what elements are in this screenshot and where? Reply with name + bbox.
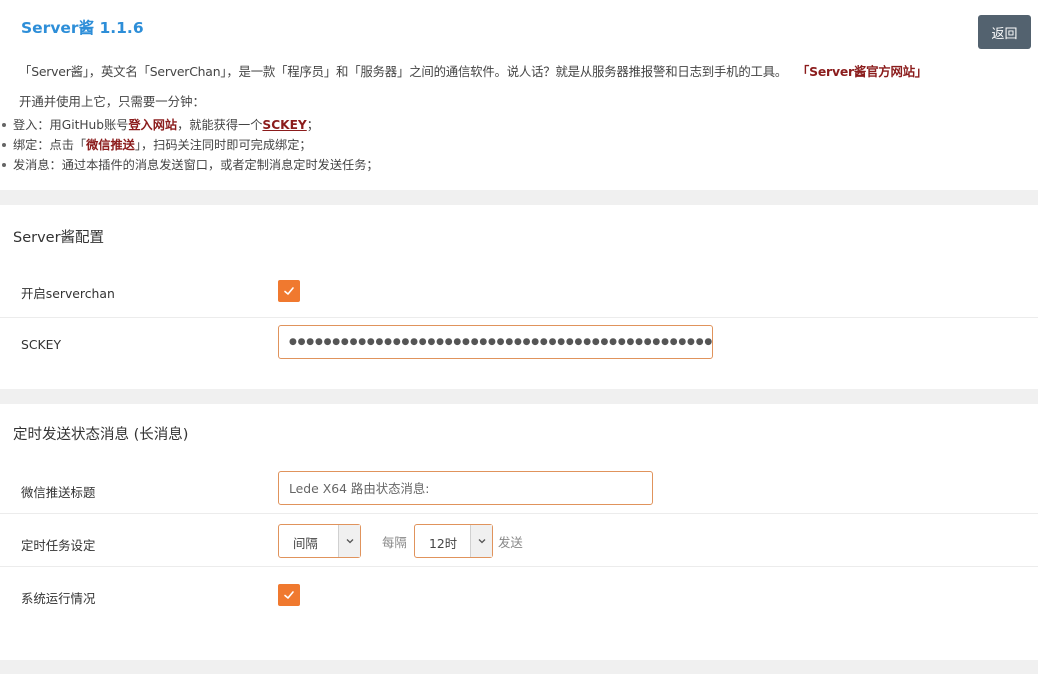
list-item: 发消息：通过本插件的消息发送窗口，或者定制消息定时发送任务； [0,156,379,176]
system-checkbox[interactable] [278,584,300,606]
setup-text: 开通并使用上它，只需要一分钟： [19,94,205,109]
wechat-push-link[interactable]: 微信推送 [86,138,135,152]
interval-select[interactable]: 间隔 [278,524,361,558]
task-label: 定时任务设定 [21,538,96,553]
list-item: 登入：用GitHub账号登入网站，就能获得一个SCKEY； [0,116,379,136]
task-row: 定时任务设定 间隔 每隔 12时 发送 [0,515,1038,567]
hours-select[interactable]: 12时 [414,524,493,558]
sckey-value: ●●●●●●●●●●●●●●●●●●●●●●●●●●●●●●●●●●●●●●●●… [289,337,713,347]
push-title-input[interactable]: Lede X64 路由状态消息: [278,471,653,505]
intro-panel: Server酱 1.1.6 返回 「Server酱」，英文名「ServerCha… [0,0,1038,190]
config-section-title: Server酱配置 [13,230,105,246]
chevron-down-icon [338,525,360,557]
login-site-link[interactable]: 登入网站 [128,118,177,132]
step-text: 绑定：点击「 [13,138,87,152]
back-button[interactable]: 返回 [978,15,1031,49]
bottom-band [0,660,1038,674]
enable-checkbox[interactable] [278,280,300,302]
chevron-down-icon [470,525,492,557]
system-label: 系统运行情况 [21,591,96,606]
schedule-section-title: 定时发送状态消息 (长消息) [13,427,189,443]
sckey-row: SCKEY ●●●●●●●●●●●●●●●●●●●●●●●●●●●●●●●●●●… [0,319,1038,371]
step-text: ，就能获得一个 [177,118,263,132]
step-text: 登入：用GitHub账号 [13,118,129,132]
page-title: Server酱 1.1.6 [21,19,144,37]
enable-row: 开启serverchan [0,266,1038,318]
send-text: 发送 [498,535,523,550]
intro-description: 「Server酱」，英文名「ServerChan」，是一款「程序员」和「服务器」… [19,62,927,80]
step-text: 发消息：通过本插件的消息发送窗口，或者定制消息定时发送任务； [13,158,379,172]
check-icon [284,591,294,599]
check-icon [284,287,294,295]
hours-value: 12时 [429,536,458,551]
config-section: Server酱配置 开启serverchan SCKEY ●●●●●●●●●●●… [0,205,1038,389]
push-title-label: 微信推送标题 [21,485,96,500]
sckey-input[interactable]: ●●●●●●●●●●●●●●●●●●●●●●●●●●●●●●●●●●●●●●●●… [278,325,713,359]
step-text: 」，扫码关注同时即可完成绑定； [134,138,312,152]
sckey-label: SCKEY [21,337,62,352]
step-text: ； [306,118,319,132]
every-text: 每隔 [382,535,407,550]
schedule-section: 定时发送状态消息 (长消息) 微信推送标题 Lede X64 路由状态消息: 定… [0,404,1038,660]
enable-label: 开启serverchan [21,286,115,301]
system-row: 系统运行情况 [0,568,1038,620]
interval-value: 间隔 [293,536,318,551]
push-title-value: Lede X64 路由状态消息: [289,481,430,496]
push-title-row: 微信推送标题 Lede X64 路由状态消息: [0,462,1038,514]
steps-list: 登入：用GitHub账号登入网站，就能获得一个SCKEY； 绑定：点击「微信推送… [0,116,379,176]
description-text: 「Server酱」，英文名「ServerChan」，是一款「程序员」和「服务器」… [19,64,788,79]
official-site-link[interactable]: 「Server酱官方网站」 [803,64,927,79]
sckey-link[interactable]: SCKEY [262,118,306,132]
list-item: 绑定：点击「微信推送」，扫码关注同时即可完成绑定； [0,136,379,156]
